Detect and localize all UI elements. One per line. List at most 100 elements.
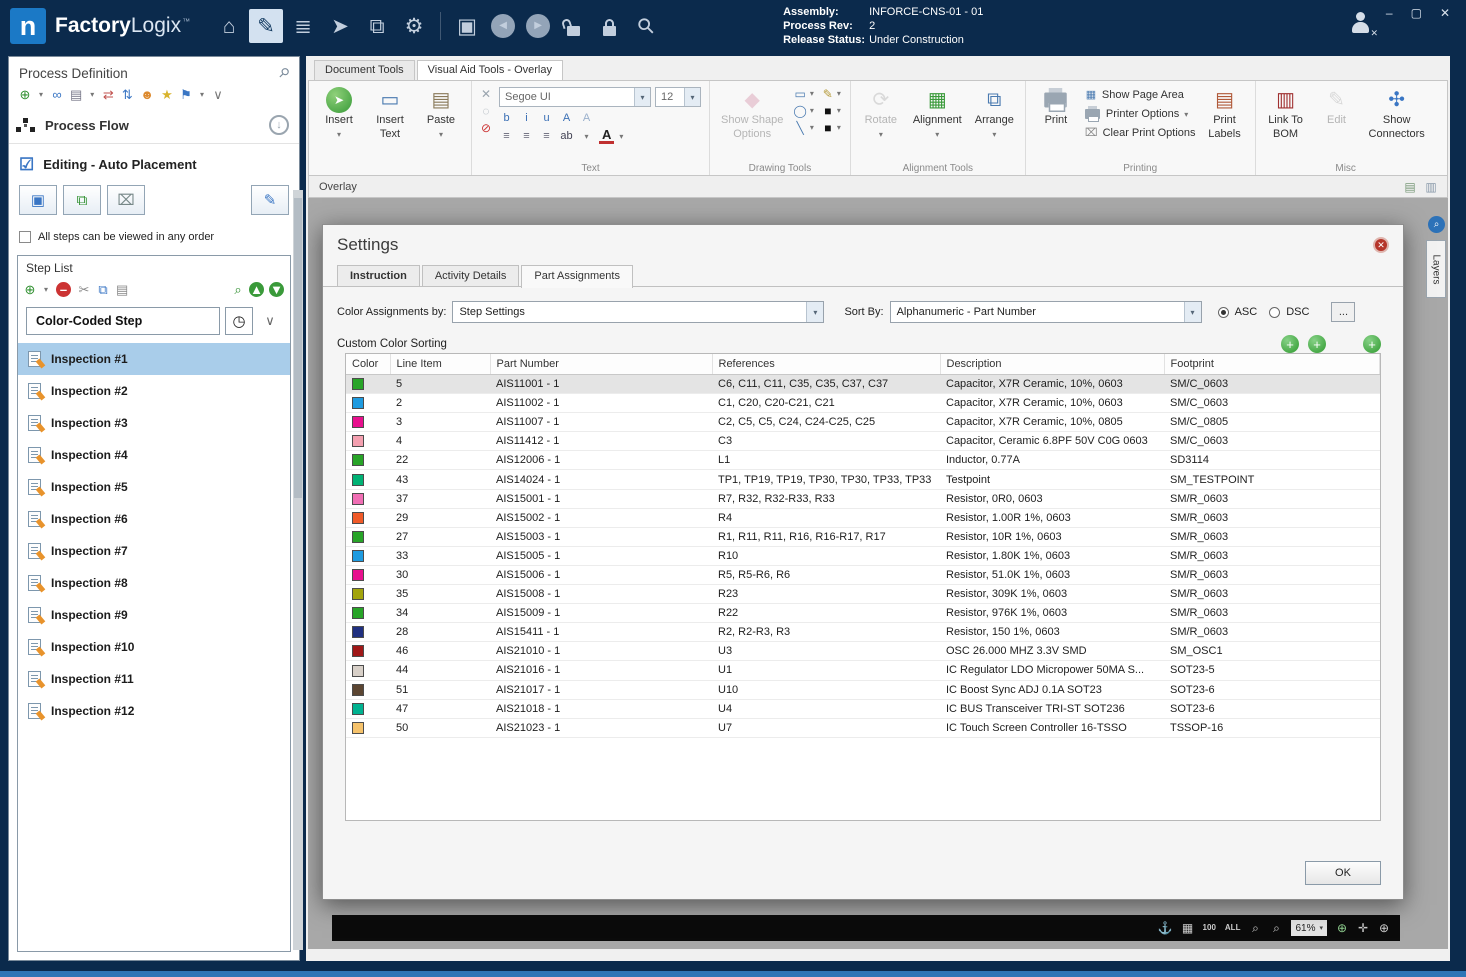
highlight-icon[interactable]: ab [559, 130, 574, 144]
stroke-color-icon[interactable]: ■ [822, 105, 834, 117]
step-item[interactable]: Inspection #9 [18, 599, 290, 631]
add-step-icon[interactable]: ⊕ [19, 88, 31, 101]
print-icon[interactable]: ▤ [70, 88, 82, 101]
overlay-doc-icon[interactable]: ▤ [1404, 181, 1416, 193]
move-up-icon[interactable]: ▲ [249, 282, 264, 297]
overlay-layers-icon[interactable]: ▥ [1425, 181, 1437, 193]
shape-rect-icon[interactable]: ▭ [793, 88, 806, 100]
color-swatch[interactable] [352, 397, 364, 410]
color-swatch[interactable] [352, 511, 364, 524]
tab-document-tools[interactable]: Document Tools [314, 60, 415, 80]
cut-icon[interactable]: ✂ [78, 283, 90, 296]
stroke-color-dropdown-icon[interactable]: ▾ [836, 107, 842, 115]
grid-icon[interactable]: ▦ [1182, 922, 1194, 934]
settings-gear-icon[interactable]: ⚙ [397, 9, 431, 43]
step-item[interactable]: Inspection #12 [18, 695, 290, 727]
document-canvas[interactable]: ⌕ Layers ⚓ ▦ 100 ALL ⌕ ⌕ 61% ▾ ⊕ ✛ ⊕ Settings ✕… [308, 198, 1448, 949]
select-none-icon[interactable]: ◌ [480, 105, 492, 117]
tab-instruction[interactable]: Instruction [337, 265, 420, 287]
chevron-down-icon[interactable]: ∨ [258, 313, 282, 329]
flag-icon[interactable]: ⚑ [180, 88, 192, 101]
pen-color-icon[interactable]: ✎ [822, 88, 834, 100]
font-size-select[interactable]: 12 ▾ [655, 87, 701, 107]
part-row[interactable]: 35 AIS15008 - 1 R23 Resistor, 309K 1%, 0603… [346, 584, 1380, 605]
print-dropdown-icon[interactable]: ▾ [89, 90, 95, 99]
edit-document-icon[interactable]: ✎ [249, 9, 284, 43]
star-icon[interactable]: ★ [161, 88, 173, 101]
color-swatch[interactable] [352, 416, 364, 429]
part-row[interactable]: 43 AIS14024 - 1 TP1, TP19, TP19, TP30, TP3… [346, 469, 1380, 490]
step-item[interactable]: Inspection #7 [18, 535, 290, 567]
part-row[interactable]: 29 AIS15002 - 1 R4 Resistor, 1.00R 1%, 0603… [346, 508, 1380, 528]
part-row[interactable]: 30 AIS15006 - 1 R5, R5-R6, R6 Resistor, 51.… [346, 565, 1380, 586]
save-step-button[interactable]: ▣ [19, 185, 57, 215]
step-item[interactable]: Inspection #10 [18, 631, 290, 663]
timing-button[interactable]: ◷ [225, 307, 253, 335]
target-icon[interactable]: ⊕ [1378, 922, 1390, 934]
zoom-level-select[interactable]: 61% ▾ [1291, 920, 1327, 936]
part-row[interactable]: 33 AIS15005 - 1 R10 Resistor, 1.80K 1%, 060… [346, 546, 1380, 566]
shape-ellipse-dropdown-icon[interactable]: ▾ [809, 107, 815, 115]
color-swatch[interactable] [352, 530, 364, 543]
fill-color-dropdown-icon[interactable]: ▾ [836, 124, 842, 132]
italic-icon[interactable]: i [519, 111, 534, 125]
col-footprint[interactable]: Footprint [1164, 354, 1380, 375]
pages-icon[interactable]: ⧉ [360, 9, 394, 43]
pin-icon[interactable]: ⚲ [275, 64, 293, 82]
add-step-dropdown-icon[interactable]: ▾ [38, 90, 44, 99]
asc-radio[interactable] [1217, 306, 1229, 318]
add-color-button-1[interactable]: + [1281, 335, 1299, 353]
navigate-icon[interactable]: ➤ [323, 9, 357, 43]
part-row[interactable]: 50 AIS21023 - 1 U7 IC Touch Screen Controll… [346, 718, 1380, 738]
part-row[interactable]: 28 AIS15411 - 1 R2, R2-R3, R3 Resistor, 150… [346, 622, 1380, 643]
anchor-icon[interactable]: ⚓ [1158, 922, 1173, 934]
discard-step-button[interactable]: ⌧ [107, 185, 145, 215]
part-row[interactable]: 22 AIS12006 - 1 L1 Inductor, 0.77A SD3114 [346, 450, 1380, 471]
edit-button[interactable]: ✎ Edit [1315, 85, 1359, 129]
show-page-area-button[interactable]: ▦ Show Page Area [1085, 89, 1196, 101]
zoom-step-icon[interactable]: ⊕ [1336, 922, 1348, 934]
zoom-in-icon[interactable]: ⌕ [1270, 922, 1282, 934]
add-color-button-2[interactable]: + [1308, 335, 1326, 353]
layers-tab[interactable]: Layers [1426, 240, 1446, 298]
clear-print-options-button[interactable]: ⌧ Clear Print Options [1085, 127, 1196, 139]
underline-icon[interactable]: u [539, 111, 554, 125]
col-part-number[interactable]: Part Number [490, 354, 713, 375]
font-family-select[interactable]: Segoe UI ▾ [499, 87, 651, 107]
grow-font-icon[interactable]: A [559, 111, 574, 125]
block-icon[interactable]: ⊘ [480, 122, 492, 134]
part-row[interactable]: 37 AIS15001 - 1 R7, R32, R32-R33, R33 Resis… [346, 489, 1380, 509]
sort-by-select[interactable]: Alphanumeric - Part Number ▾ [889, 301, 1202, 323]
step-item[interactable]: Inspection #5 [18, 471, 290, 503]
color-swatch[interactable] [352, 569, 364, 582]
shape-line-dropdown-icon[interactable]: ▾ [809, 124, 815, 132]
zoom-all-icon[interactable]: ALL [1225, 924, 1241, 932]
add-icon[interactable]: ⊕ [24, 283, 36, 296]
copy-icon[interactable]: ⧉ [97, 283, 109, 296]
clear-format-icon[interactable]: ✕ [480, 88, 492, 100]
shrink-font-icon[interactable]: A [579, 111, 594, 125]
step-item[interactable]: Inspection #8 [18, 567, 290, 599]
home-icon[interactable]: ⌂ [212, 9, 246, 43]
remove-icon[interactable]: – [56, 282, 71, 297]
step-item[interactable]: Inspection #3 [18, 407, 290, 439]
insert-text-button[interactable]: ▭ Insert Text [368, 85, 412, 143]
more-dropdown-icon[interactable]: ∨ [212, 88, 224, 101]
zoom-search-icon[interactable]: ⌕ [232, 283, 244, 296]
move-down-icon[interactable]: ▼ [269, 282, 284, 297]
stack-icon[interactable]: ≣ [286, 9, 320, 43]
col-description[interactable]: Description [940, 354, 1165, 375]
align-center-icon[interactable]: ≡ [519, 130, 534, 144]
zoom-out-icon[interactable]: ⌕ [1249, 922, 1261, 934]
back-icon[interactable]: ◀ [491, 14, 516, 38]
part-row[interactable]: 51 AIS21017 - 1 U10 IC Boost Sync ADJ 0.1A … [346, 680, 1380, 700]
ok-button[interactable]: OK [1305, 861, 1381, 885]
color-swatch[interactable] [352, 645, 364, 658]
color-coded-step-select[interactable]: Color-Coded Step [26, 307, 220, 335]
part-row[interactable]: 2 AIS11002 - 1 C1, C20, C20-C21, C21 Capaci… [346, 393, 1380, 414]
print-button[interactable]: Print [1034, 85, 1078, 129]
color-swatch[interactable] [352, 664, 364, 677]
paste-button[interactable]: ▤ Paste ▾ [419, 85, 463, 143]
vertical-scrollbar[interactable] [293, 190, 303, 950]
collapse-circle-icon[interactable]: ↓ [269, 115, 289, 135]
